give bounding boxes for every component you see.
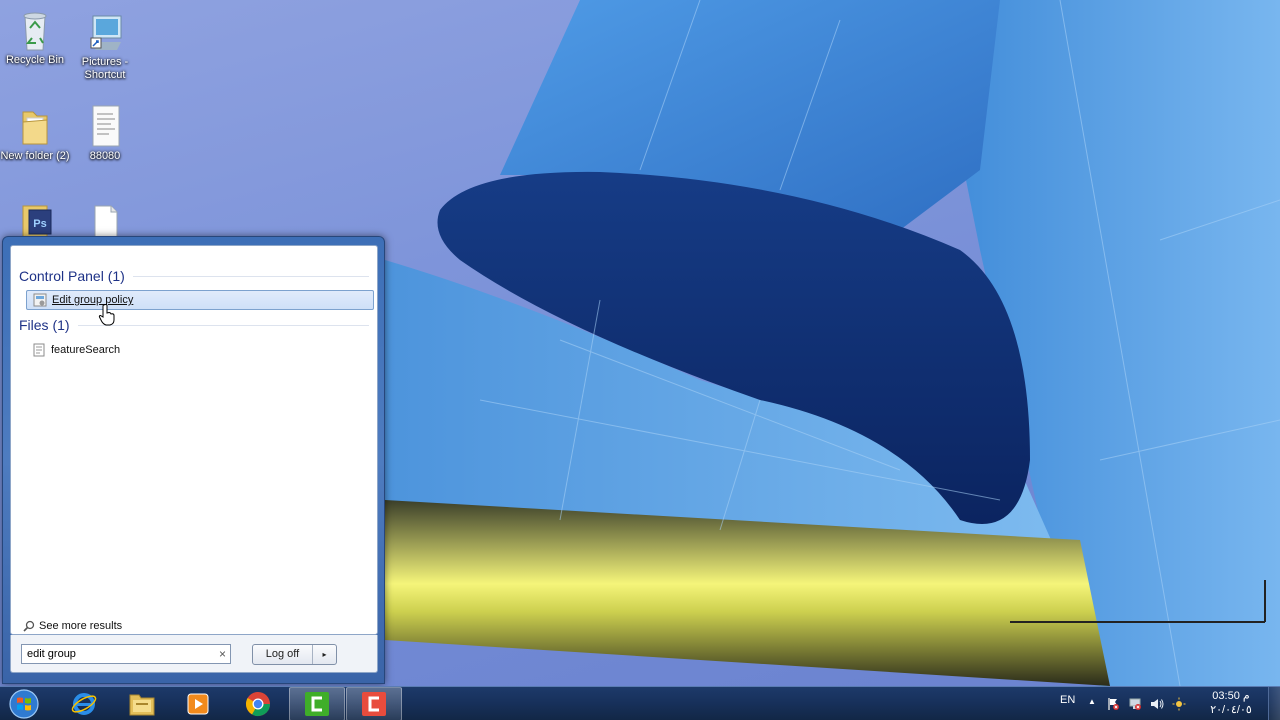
desktop-icon-label: New folder (2) <box>0 150 70 162</box>
see-more-results-link[interactable]: See more results <box>23 620 122 632</box>
monitor-icon <box>90 15 122 50</box>
show-hidden-icons-arrow[interactable]: ▲ <box>1088 697 1096 706</box>
file-explorer-icon <box>129 694 155 716</box>
language-indicator[interactable]: EN <box>1060 694 1075 706</box>
document-icon <box>92 105 120 147</box>
desktop-icon-label: Recycle Bin <box>5 54 65 66</box>
clock-date: ٢٠/٠٤/٠٥ <box>1210 704 1252 716</box>
control-panel-icon <box>33 293 47 307</box>
show-desktop-button[interactable] <box>1268 687 1280 720</box>
folder-icon <box>22 111 48 145</box>
result-edit-group-policy[interactable]: Edit group policy <box>26 290 374 310</box>
search-results-pane: Control Panel (1) Edit group policy File… <box>10 245 378 635</box>
see-more-label: See more results <box>39 620 123 632</box>
group-header-text: Files (1) <box>19 317 70 333</box>
svg-text:Ps: Ps <box>33 218 46 230</box>
internet-explorer-icon <box>71 693 97 715</box>
taskbar-internet-explorer[interactable] <box>56 687 112 720</box>
result-label: featureSearch <box>51 344 121 356</box>
group-header-files[interactable]: Files (1) <box>19 316 369 334</box>
start-button[interactable] <box>4 688 44 720</box>
divider <box>132 275 369 277</box>
hand-cursor-icon <box>98 304 115 326</box>
clock[interactable]: 03:50 م ٢٠/٠٤/٠٥ <box>1196 689 1266 719</box>
network-icon[interactable] <box>1128 697 1142 711</box>
system-tray: EN ▲ 03:50 م ٢٠/٠٤/٠٥ <box>1050 687 1280 720</box>
search-icon <box>23 620 35 632</box>
desktop-icon-recycle-bin[interactable]: Recycle Bin <box>0 8 70 67</box>
shutdown-options-arrow-icon[interactable]: ▸ <box>313 650 336 659</box>
recycle-bin-icon <box>23 12 47 51</box>
start-search-box[interactable]: × <box>21 644 231 664</box>
taskbar-camtasia-recorder[interactable] <box>289 687 345 720</box>
file-icon <box>33 343 45 357</box>
desktop-icon-label: Pictures - Shortcut <box>81 56 129 81</box>
volume-icon[interactable] <box>1150 697 1164 711</box>
desktop-icon-88080[interactable]: 88080 <box>70 104 140 163</box>
search-input[interactable] <box>27 648 207 660</box>
windows-logo-icon <box>9 689 39 719</box>
desktop-icon-label: 88080 <box>89 150 121 162</box>
camtasia-green-icon <box>305 692 329 716</box>
taskbar-camtasia-studio[interactable] <box>346 687 402 720</box>
taskbar: EN ▲ 03:50 م ٢٠/٠٤/٠٥ <box>0 686 1280 720</box>
log-off-label[interactable]: Log off <box>253 645 313 664</box>
taskbar-file-explorer[interactable] <box>114 687 170 720</box>
camtasia-red-icon <box>362 692 386 716</box>
chrome-icon <box>245 692 270 717</box>
desktop-icon-new-folder-2[interactable]: New folder (2) <box>0 104 70 163</box>
group-header-text: Control Panel (1) <box>19 268 125 284</box>
clear-search-icon[interactable]: × <box>219 647 226 661</box>
clock-time: 03:50 م <box>1212 690 1250 702</box>
start-menu-bottom-bar: × Log off ▸ <box>10 635 378 673</box>
taskbar-chrome[interactable] <box>230 687 286 720</box>
result-label: Edit group policy <box>52 294 134 306</box>
desktop-icon-pictures-shortcut[interactable]: Pictures - Shortcut <box>70 10 140 82</box>
log-off-button[interactable]: Log off ▸ <box>252 644 337 665</box>
taskbar-media-player[interactable] <box>170 687 226 720</box>
media-player-icon <box>187 693 209 715</box>
start-menu: Control Panel (1) Edit group policy File… <box>2 236 385 684</box>
group-header-control-panel[interactable]: Control Panel (1) <box>19 267 369 285</box>
action-center-flag-icon[interactable] <box>1106 697 1120 711</box>
divider <box>77 324 369 326</box>
result-featuresearch[interactable]: featureSearch <box>26 340 374 360</box>
brightness-icon[interactable] <box>1172 697 1186 711</box>
